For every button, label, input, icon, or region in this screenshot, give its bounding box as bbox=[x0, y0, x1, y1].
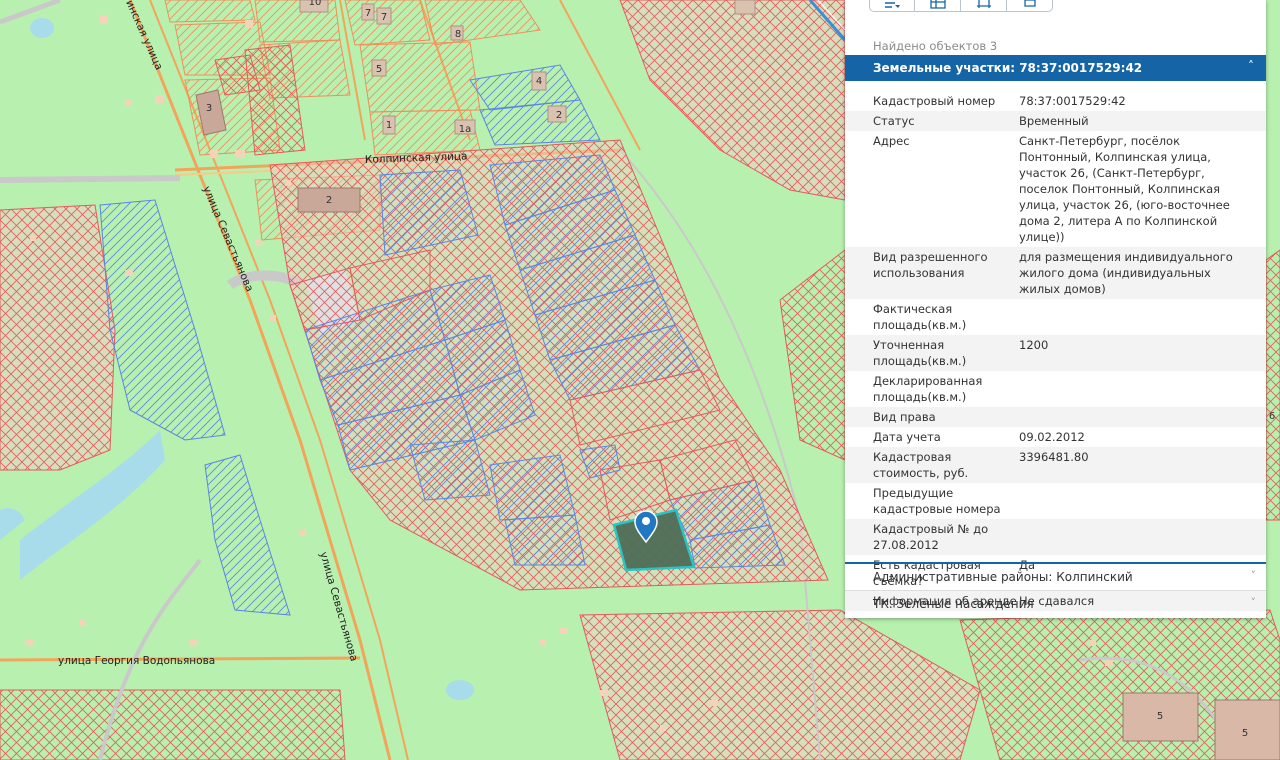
table-row: Фактическая площадь(кв.м.) bbox=[845, 299, 1266, 335]
table-row: Уточненная площадь(кв.м.) 1200 bbox=[845, 335, 1266, 371]
table-row: Кадастровый № до 27.08.2012 bbox=[845, 519, 1266, 555]
building-number: 4 bbox=[536, 76, 542, 87]
attribute-value bbox=[1019, 485, 1254, 517]
attribute-table: Кадастровый номер 78:37:0017529:42 Статус… bbox=[845, 91, 1266, 611]
print-button[interactable] bbox=[1007, 0, 1053, 12]
table-row: Адрес Санкт-Петербург, посёлок Понтонный,… bbox=[845, 131, 1266, 247]
building-number: 1 bbox=[386, 120, 392, 131]
attribute-value: для размещения индивидуального жилого до… bbox=[1019, 250, 1233, 296]
section-title: Административные районы: Колпинский bbox=[873, 570, 1133, 584]
table-row: Дата учета 09.02.2012 bbox=[845, 427, 1266, 447]
section-title: Земельные участки: 78:37:0017529:42 bbox=[873, 61, 1143, 75]
attribute-key: Предыдущие кадастровые номера bbox=[873, 486, 1001, 516]
attribute-key: Кадастровый номер bbox=[873, 94, 996, 108]
attribute-value bbox=[1019, 301, 1254, 333]
attribute-value: 78:37:0017529:42 bbox=[1019, 94, 1126, 108]
building-number: 7 bbox=[381, 12, 387, 23]
list-filter-icon bbox=[885, 1, 900, 8]
attribute-value: 3396481.80 bbox=[1019, 450, 1089, 464]
attribute-value bbox=[1019, 521, 1254, 553]
attribute-key: Кадастровый № до 27.08.2012 bbox=[873, 522, 989, 552]
land-plot-section-header[interactable]: Земельные участки: 78:37:0017529:42 ˄ bbox=[845, 55, 1266, 81]
attribute-key: Декларированная площадь(кв.м.) bbox=[873, 374, 983, 404]
attribute-key: Вид разрешенного использования bbox=[873, 250, 988, 280]
street-label-vodopyanova: улица Георгия Водопьянова bbox=[58, 655, 215, 667]
attribute-key: Вид права bbox=[873, 410, 936, 424]
section-title: ТК. Зелёные насаждения bbox=[873, 597, 1034, 611]
building-number: 8 bbox=[455, 29, 461, 40]
list-filter-button[interactable] bbox=[869, 0, 915, 12]
table-row: Кадастровая стоимость, руб. 3396481.80 bbox=[845, 447, 1266, 483]
building-number: 1а bbox=[459, 124, 472, 135]
admin-districts-section[interactable]: Административные районы: Колпинский ˅ bbox=[845, 564, 1266, 590]
chevron-down-icon: ˅ bbox=[1250, 569, 1257, 582]
table-row: Предыдущие кадастровые номера bbox=[845, 483, 1266, 519]
building-number: 10 bbox=[309, 0, 322, 8]
building-number: 5 bbox=[1157, 711, 1163, 722]
attribute-value bbox=[1019, 373, 1254, 405]
building-number: 7 bbox=[365, 8, 371, 19]
chevron-down-icon: ˅ bbox=[1250, 596, 1257, 609]
building-number: 5 bbox=[376, 64, 382, 75]
attribute-key: Кадастровая стоимость, руб. bbox=[873, 450, 969, 480]
print-icon bbox=[1023, 0, 1036, 7]
attribute-key: Статус bbox=[873, 114, 915, 128]
attribute-key: Дата учета bbox=[873, 430, 941, 444]
attribute-value: 1200 bbox=[1019, 338, 1049, 352]
building-number: 2 bbox=[556, 110, 562, 121]
attribute-value: Временный bbox=[1019, 114, 1089, 128]
table-row: Декларированная площадь(кв.м.) bbox=[845, 371, 1266, 407]
table-view-button[interactable] bbox=[915, 0, 961, 12]
frame-button[interactable] bbox=[961, 0, 1007, 12]
found-objects-count: Найдено объектов 3 bbox=[873, 39, 998, 53]
table-row: Статус Временный bbox=[845, 111, 1266, 131]
green-spaces-section[interactable]: ТК. Зелёные насаждения ˅ bbox=[845, 591, 1266, 617]
attribute-key: Адрес bbox=[873, 134, 910, 148]
attribute-value: 09.02.2012 bbox=[1019, 430, 1085, 444]
attribute-value: Санкт-Петербург, посёлок Понтонный, Колп… bbox=[1019, 134, 1230, 244]
object-info-panel: Найдено объектов 3 Земельные участки: 78… bbox=[845, 0, 1266, 618]
attribute-value bbox=[1019, 409, 1254, 425]
attribute-key: Фактическая площадь(кв.м.) bbox=[873, 302, 967, 332]
frame-icon bbox=[976, 0, 991, 8]
table-row: Вид права bbox=[845, 407, 1266, 427]
building-number: 2 bbox=[326, 195, 332, 206]
building-number: 3 bbox=[206, 103, 212, 114]
building-number: 5 bbox=[1242, 728, 1248, 739]
panel-toolbar bbox=[869, 0, 1053, 12]
table-row: Кадастровый номер 78:37:0017529:42 bbox=[845, 91, 1266, 111]
building-number: 6 bbox=[1269, 411, 1275, 422]
table-view-icon bbox=[929, 0, 946, 9]
attribute-key: Уточненная площадь(кв.м.) bbox=[873, 338, 967, 368]
table-row: Вид разрешенного использования для размещ… bbox=[845, 247, 1266, 299]
chevron-up-icon: ˄ bbox=[1248, 59, 1254, 73]
